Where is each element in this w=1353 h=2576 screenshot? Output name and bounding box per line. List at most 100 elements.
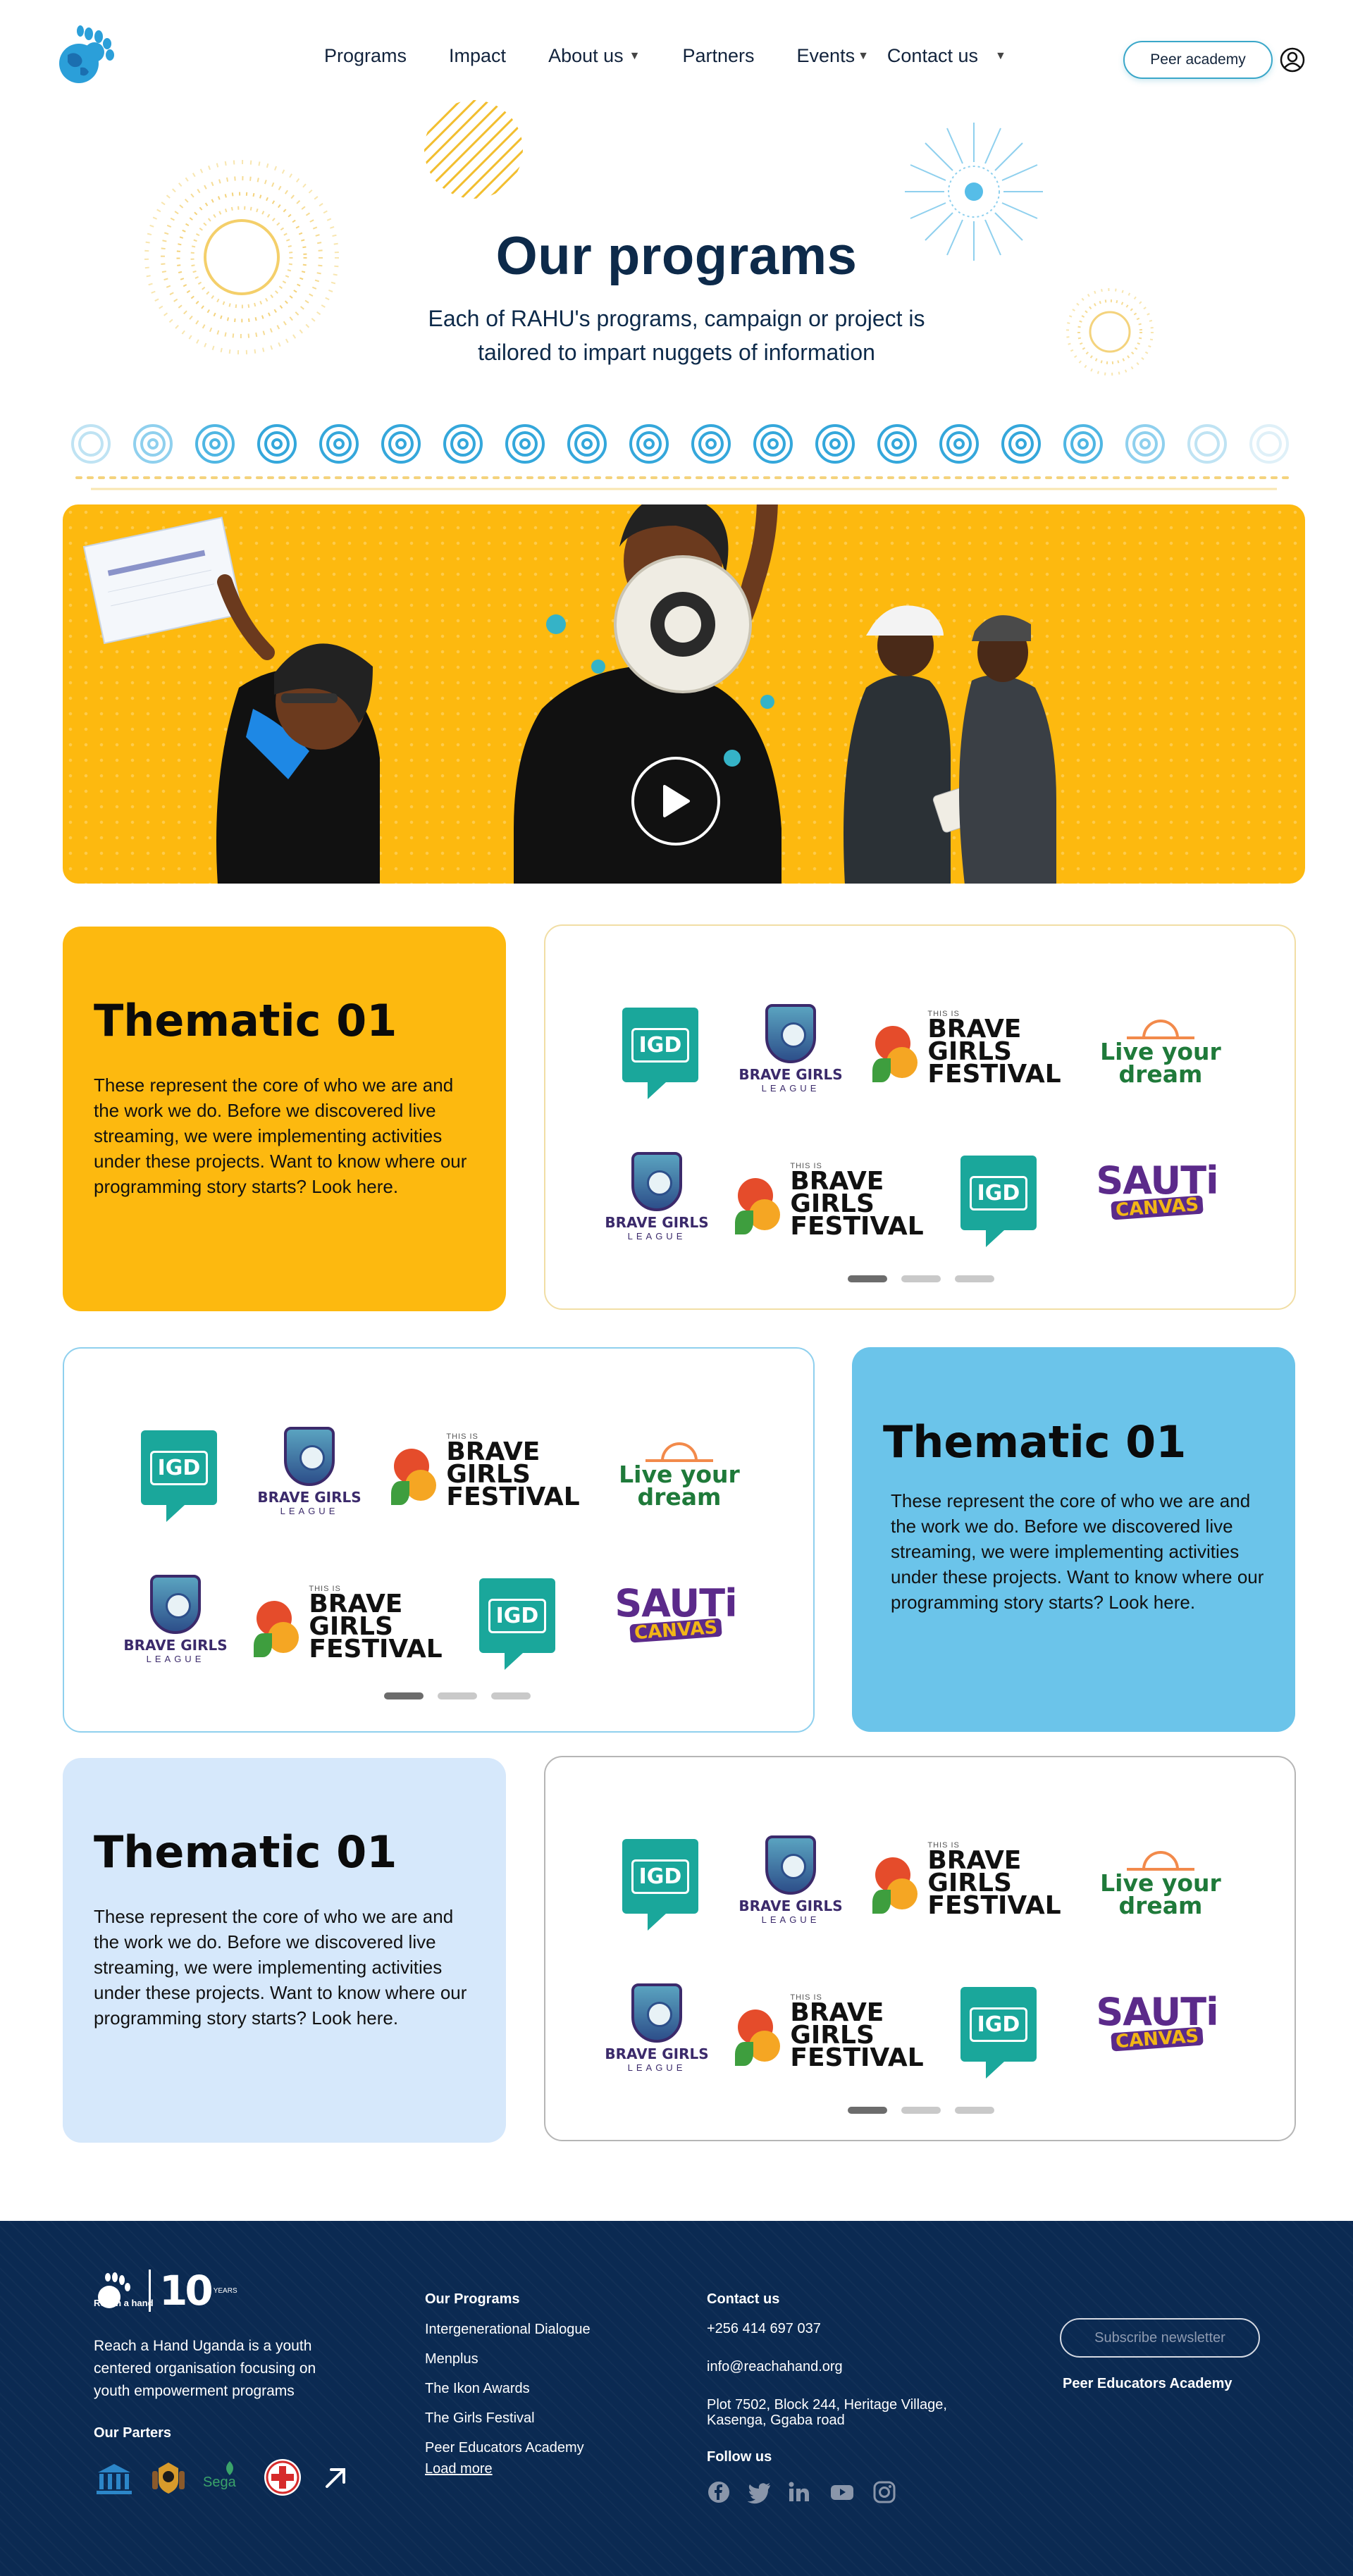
sauti-canvas-logo: SAUTi CANVAS <box>1096 1993 1218 2053</box>
program-logo-link[interactable]: IGD <box>956 1971 1041 2079</box>
youtube-icon[interactable] <box>830 2480 854 2504</box>
thematic-text-3: These represent the core of who we are a… <box>94 1906 467 2029</box>
sauti-line2: CANVAS <box>1111 1194 1204 1221</box>
bgf-line3: FESTIVAL <box>446 1482 580 1511</box>
live-your-dream-logo: Live your dream <box>1100 1001 1221 1086</box>
contact-heading: Contact us <box>707 2291 780 2307</box>
nav-events[interactable]: Events ▼ <box>797 45 869 67</box>
nav-programs[interactable]: Programs <box>324 45 407 67</box>
program-logo-link[interactable]: IGD <box>475 1563 560 1670</box>
program-logo-link[interactable]: BRAVE GIRLS LEAGUE <box>600 1971 713 2084</box>
carousel-dot[interactable] <box>384 1692 424 1699</box>
program-logo-link[interactable]: BRAVE GIRLS LEAGUE <box>253 1415 366 1528</box>
carousel-dot[interactable] <box>901 2107 941 2114</box>
footer-logo[interactable]: Reach a hand 10 YEARS <box>94 2267 237 2315</box>
igd-logo: IGD <box>960 1156 1037 1247</box>
nav-about-us[interactable]: About us ▼ <box>548 45 640 67</box>
program-logo-link[interactable]: IGD <box>618 992 703 1099</box>
program-logo-link[interactable]: Live your dream <box>1094 1815 1228 1935</box>
bgl-line2: LEAGUE <box>761 1914 820 1925</box>
program-logo-link[interactable]: BRAVE GIRLS LEAGUE <box>734 1823 847 1936</box>
program-logo-link[interactable]: THIS IS BRAVE GIRLS FESTIVAL <box>735 1147 924 1253</box>
page-title: Our programs <box>495 226 858 286</box>
carousel-dot[interactable] <box>955 2107 994 2114</box>
igd-logo-text: IGD <box>631 1859 690 1894</box>
nav-about-us-label: About us <box>548 45 624 66</box>
bgl-line1: BRAVE GIRLS <box>739 1065 843 1083</box>
shield-icon <box>150 1574 201 1634</box>
nav-contact-us-label: Contact us <box>886 45 978 66</box>
program-logo-link[interactable]: BRAVE GIRLS LEAGUE <box>119 1563 232 1676</box>
footer-program-link[interactable]: Peer Educators Academy <box>425 2440 584 2456</box>
nav-events-label: Events <box>796 45 855 66</box>
carousel-dot[interactable] <box>848 2107 887 2114</box>
contact-address-line2: Kasenga, Ggaba road <box>707 2413 845 2428</box>
contact-email[interactable]: info@reachahand.org <box>707 2359 843 2375</box>
carousel-dot[interactable] <box>438 1692 477 1699</box>
flower-icon <box>735 1993 784 2070</box>
program-logo-link[interactable]: Live your dream <box>612 1406 746 1526</box>
hand-globe-icon[interactable] <box>52 21 120 89</box>
linkedin-icon[interactable] <box>787 2480 811 2504</box>
user-icon[interactable] <box>1279 47 1306 73</box>
program-logo-link[interactable]: BRAVE GIRLS LEAGUE <box>734 992 847 1105</box>
instagram-icon[interactable] <box>872 2480 896 2504</box>
nav-impact[interactable]: Impact <box>449 45 506 67</box>
lyd-line2: dream <box>637 1483 722 1511</box>
facebook-icon[interactable] <box>707 2480 731 2504</box>
bgl-line2: LEAGUE <box>627 2062 686 2073</box>
play-video-button[interactable] <box>631 757 720 846</box>
caret-down-icon: ▼ <box>995 49 1006 62</box>
program-logo-link[interactable]: IGD <box>137 1415 221 1522</box>
program-logo-link[interactable]: BRAVE GIRLS LEAGUE <box>600 1140 713 1253</box>
carousel-dot[interactable] <box>901 1275 941 1282</box>
main-menu: Programs Impact About us ▼ Partners Event… <box>324 45 1049 67</box>
unesco-icon[interactable] <box>94 2457 135 2498</box>
carousel-dot[interactable] <box>848 1275 887 1282</box>
program-logo-link[interactable]: SAUTi CANVAS <box>1087 1976 1228 2067</box>
nav-impact-label: Impact <box>449 45 507 66</box>
flower-icon <box>872 1009 922 1086</box>
footer-program-link[interactable]: The Girls Festival <box>425 2410 535 2427</box>
program-logo-link[interactable]: Live your dream <box>1094 984 1228 1103</box>
program-logo-link[interactable]: THIS IS BRAVE GIRLS FESTIVAL <box>872 995 1061 1101</box>
carousel-dot[interactable] <box>955 1275 994 1282</box>
program-logo-link[interactable]: THIS IS BRAVE GIRLS FESTIVAL <box>872 1826 1061 1932</box>
program-logo-link[interactable]: IGD <box>956 1140 1041 1247</box>
subscribe-newsletter-button[interactable]: Subscribe newsletter <box>1060 2318 1260 2358</box>
brave-girls-league-logo: BRAVE GIRLS LEAGUE <box>739 1003 843 1094</box>
contact-phone[interactable]: +256 414 697 037 <box>707 2321 821 2337</box>
peer-academy-button[interactable]: Peer academy <box>1123 41 1273 79</box>
sun-icon <box>645 1424 713 1463</box>
program-logo-link[interactable]: THIS IS BRAVE GIRLS FESTIVAL <box>391 1418 580 1523</box>
sauti-line1: SAUTi <box>614 1581 737 1626</box>
uganda-coat-of-arms-icon[interactable] <box>148 2457 189 2498</box>
program-logo-link[interactable]: SAUTi CANVAS <box>605 1567 746 1659</box>
program-logo-link[interactable]: THIS IS BRAVE GIRLS FESTIVAL <box>735 1979 924 2084</box>
brave-girls-league-logo: BRAVE GIRLS LEAGUE <box>123 1574 228 1664</box>
striped-circle-decoration <box>424 100 523 199</box>
nav-contact-us[interactable]: Contact us ▼ <box>887 45 1006 67</box>
twitter-icon[interactable] <box>748 2480 772 2504</box>
nav-partners-label: Partners <box>682 45 755 66</box>
footer-program-link[interactable]: The Ikon Awards <box>425 2381 530 2397</box>
nav-partners[interactable]: Partners <box>682 45 754 67</box>
sauti-line1: SAUTi <box>1096 1158 1218 1203</box>
footer-program-link[interactable]: Menplus <box>425 2351 478 2367</box>
peer-educators-academy-link[interactable]: Peer Educators Academy <box>1063 2376 1232 2392</box>
sauti-line2: CANVAS <box>629 1617 722 1644</box>
program-logo-link[interactable]: IGD <box>618 1823 703 1931</box>
load-more-link[interactable]: Load more <box>425 2461 493 2477</box>
program-logo-link[interactable]: SAUTi CANVAS <box>1087 1144 1228 1236</box>
sega-icon[interactable]: Sega <box>202 2457 242 2498</box>
follow-heading: Follow us <box>707 2449 772 2465</box>
arrow-up-right-icon[interactable] <box>316 2457 357 2498</box>
sun-icon <box>1126 1833 1194 1872</box>
footer-program-link[interactable]: Intergenerational Dialogue <box>425 2322 591 2338</box>
program-logo-link[interactable]: THIS IS BRAVE GIRLS FESTIVAL <box>254 1570 443 1676</box>
carousel-dot[interactable] <box>491 1692 531 1699</box>
igd-logo: IGD <box>141 1430 217 1522</box>
live-your-dream-logo: Live your dream <box>619 1424 740 1509</box>
red-cross-icon[interactable] <box>262 2457 303 2498</box>
bgf-line3: FESTIVAL <box>790 2043 924 2072</box>
